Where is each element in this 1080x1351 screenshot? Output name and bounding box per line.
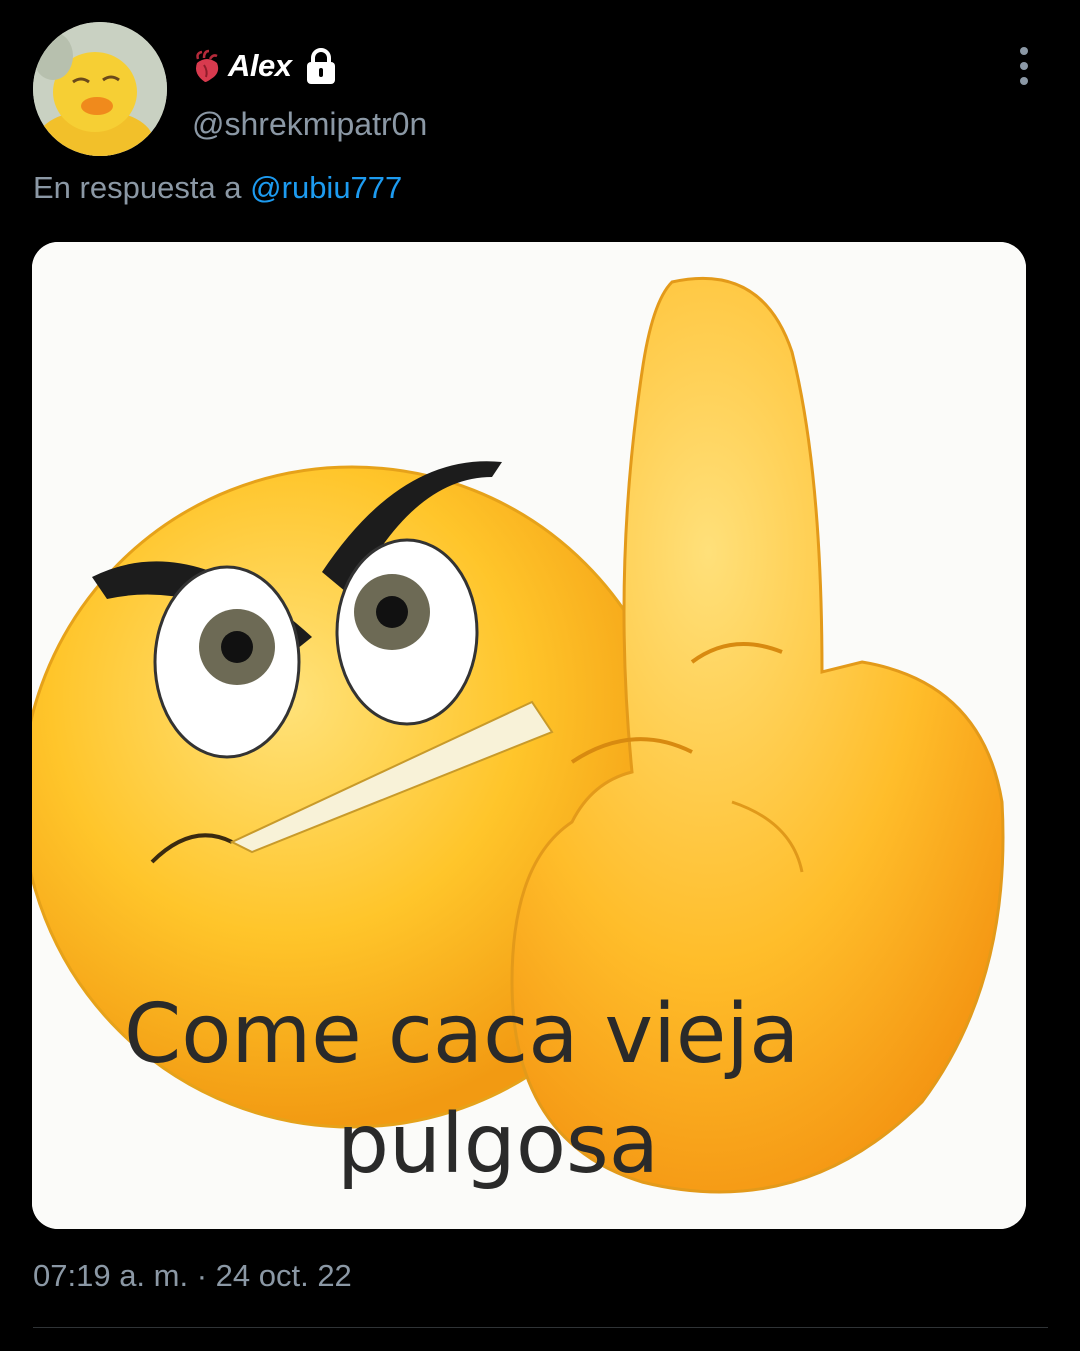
reply-to-link[interactable]: @rubiu777: [250, 170, 402, 205]
duck-avatar-image: [33, 22, 167, 156]
reply-prefix: En respuesta a: [33, 170, 242, 205]
tweet-media-image[interactable]: Come caca vieja pulgosa: [32, 242, 1026, 1229]
avatar[interactable]: [33, 22, 167, 156]
menu-dot: [1020, 47, 1028, 55]
anatomical-heart-icon: [196, 49, 219, 82]
more-vertical-icon[interactable]: [1004, 44, 1044, 88]
reply-context: En respuesta a @rubiu777: [33, 170, 402, 206]
meme-caption-line2: pulgosa: [337, 1097, 659, 1192]
menu-dot: [1020, 62, 1028, 70]
author-handle[interactable]: @shrekmipatr0n: [192, 106, 427, 143]
lock-icon: [307, 48, 336, 84]
divider: [33, 1327, 1048, 1328]
author-name[interactable]: Alex: [228, 48, 292, 84]
author-name-row[interactable]: Alex: [192, 42, 341, 90]
meme-caption-line1: Come caca vieja: [124, 987, 800, 1082]
menu-dot: [1020, 77, 1028, 85]
tweet-timestamp[interactable]: 07:19 a. m. · 24 oct. 22: [33, 1258, 352, 1294]
